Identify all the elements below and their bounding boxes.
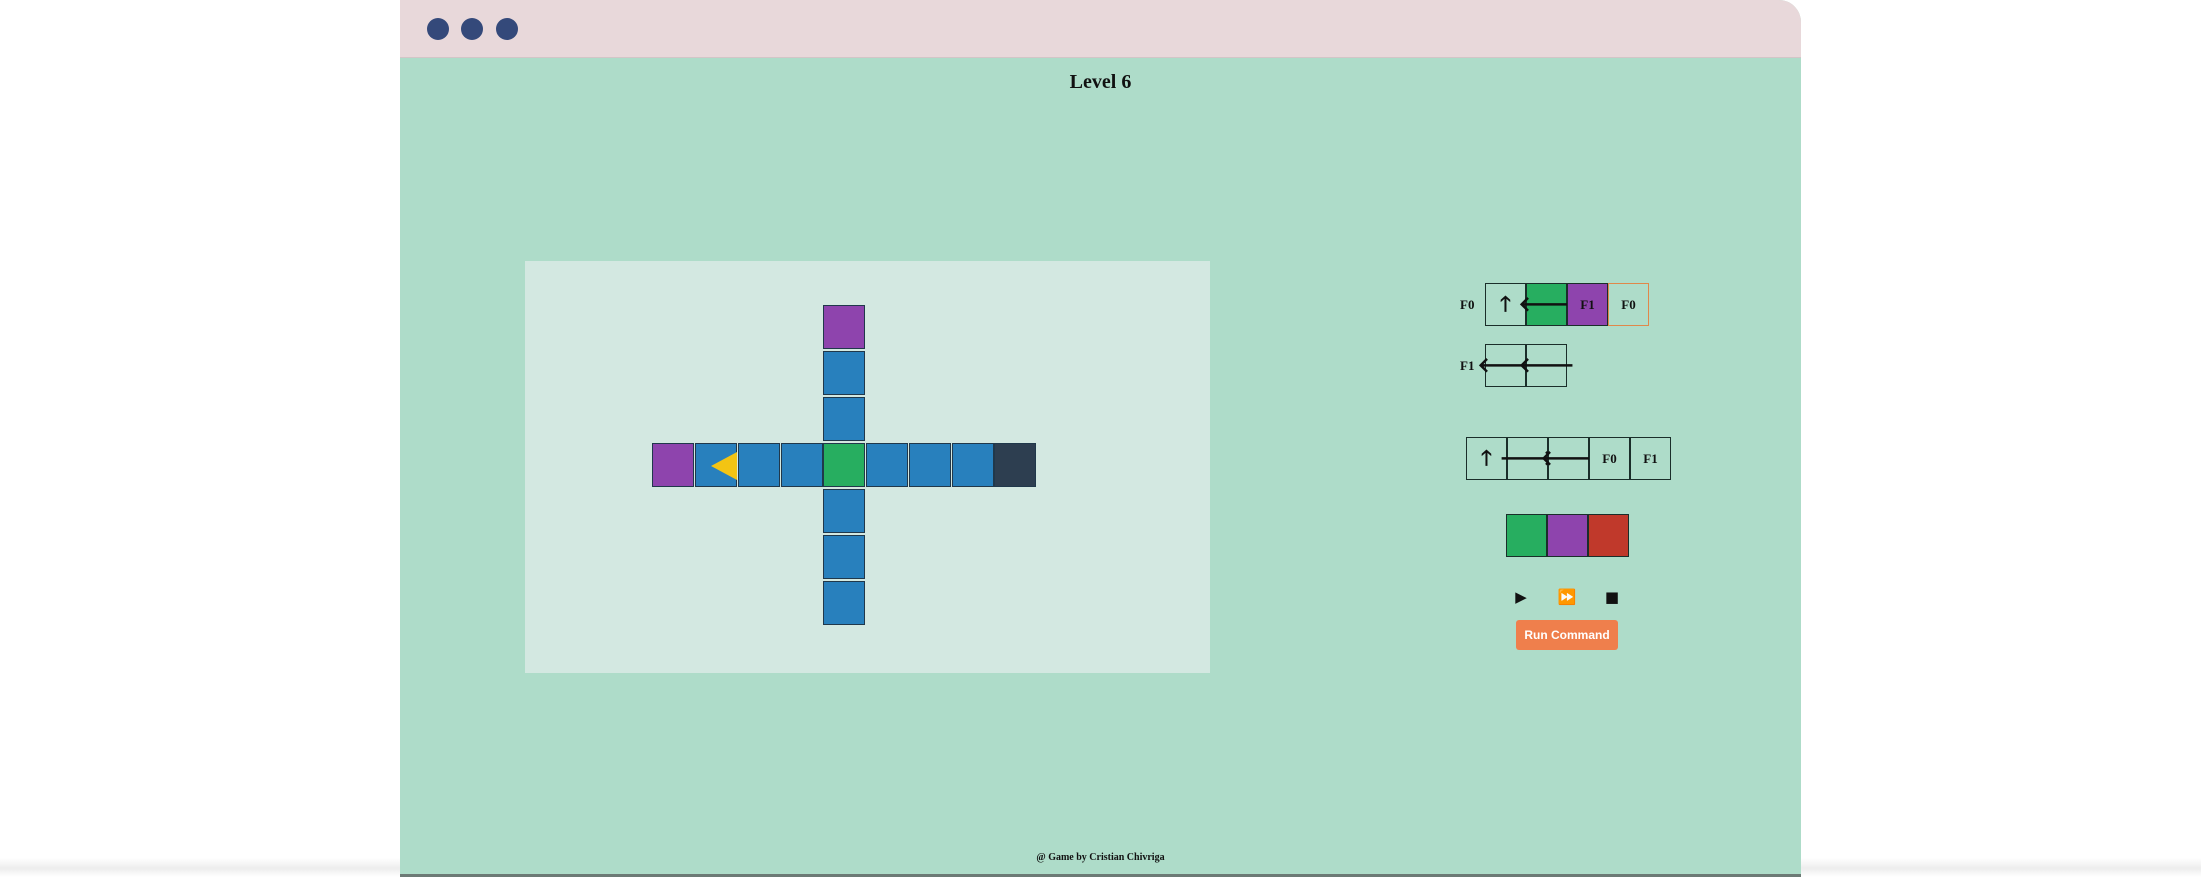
board-cell-blue <box>866 443 908 487</box>
function-f1-slot-2[interactable]: 🡐 <box>1518 344 1575 387</box>
footer-credit: @ Game by Cristian Chivriga <box>1036 852 1165 863</box>
function-f0-slot-label: F1 <box>1580 296 1595 312</box>
board-cell-blue <box>823 535 865 579</box>
board-cell-blue <box>823 351 865 395</box>
board-cell-blue <box>781 443 823 487</box>
fast-forward-icon[interactable]: ⏩ <box>1554 586 1580 608</box>
function-f0-slot-3[interactable]: F1 <box>1567 283 1608 326</box>
command-option-3[interactable]: 🡐 <box>1540 437 1597 480</box>
function-f0-label: F0 <box>1460 297 1475 312</box>
board-cell-blue <box>909 443 951 487</box>
app-window: Level 6 F0 🡑 🡐 F1 F0 F1 🡐 🡐 🡑 🡒 🡐 F0 F1 ▶ ⏩ ■ Ru… <box>400 0 1801 877</box>
command-option-label: F1 <box>1643 450 1658 466</box>
game-board <box>525 261 1210 673</box>
color-option-green-1[interactable] <box>1506 514 1547 557</box>
function-f0-slot-4[interactable]: F0 <box>1608 283 1649 326</box>
window-dot-3[interactable] <box>496 18 518 40</box>
board-cell-purple <box>652 443 694 487</box>
arrow-up-icon: 🡑 <box>1481 446 1492 470</box>
function-f1-label: F1 <box>1460 358 1475 373</box>
board-cell-blue <box>695 443 737 487</box>
function-f0-slot-2[interactable]: 🡐 <box>1518 283 1575 326</box>
color-option-red-3[interactable] <box>1588 514 1629 557</box>
board-cell-blue <box>823 581 865 625</box>
command-option-label: F0 <box>1602 450 1617 466</box>
stop-icon[interactable]: ■ <box>1599 586 1625 608</box>
color-option-purple-2[interactable] <box>1547 514 1588 557</box>
window-dot-2[interactable] <box>461 18 483 40</box>
robot-icon <box>711 452 737 480</box>
board-cell-purple <box>823 305 865 349</box>
arrow-left-icon: 🡐 <box>1518 353 1575 377</box>
function-f0-slot-label: F0 <box>1621 296 1636 312</box>
board-cell-blue <box>823 397 865 441</box>
board-cell-dark <box>994 443 1036 487</box>
board-cell-blue <box>738 443 780 487</box>
board-cell-blue <box>823 489 865 533</box>
board-cell-blue <box>952 443 994 487</box>
board-cell-green <box>823 443 865 487</box>
command-option-4[interactable]: F0 <box>1589 437 1630 480</box>
run-command-button[interactable]: Run Command <box>1516 620 1618 650</box>
title-bar <box>400 0 1801 58</box>
arrow-up-icon: 🡑 <box>1500 292 1511 316</box>
window-dot-1[interactable] <box>427 18 449 40</box>
level-title: Level 6 <box>1069 71 1132 93</box>
play-icon[interactable]: ▶ <box>1508 586 1534 608</box>
command-option-5[interactable]: F1 <box>1630 437 1671 480</box>
